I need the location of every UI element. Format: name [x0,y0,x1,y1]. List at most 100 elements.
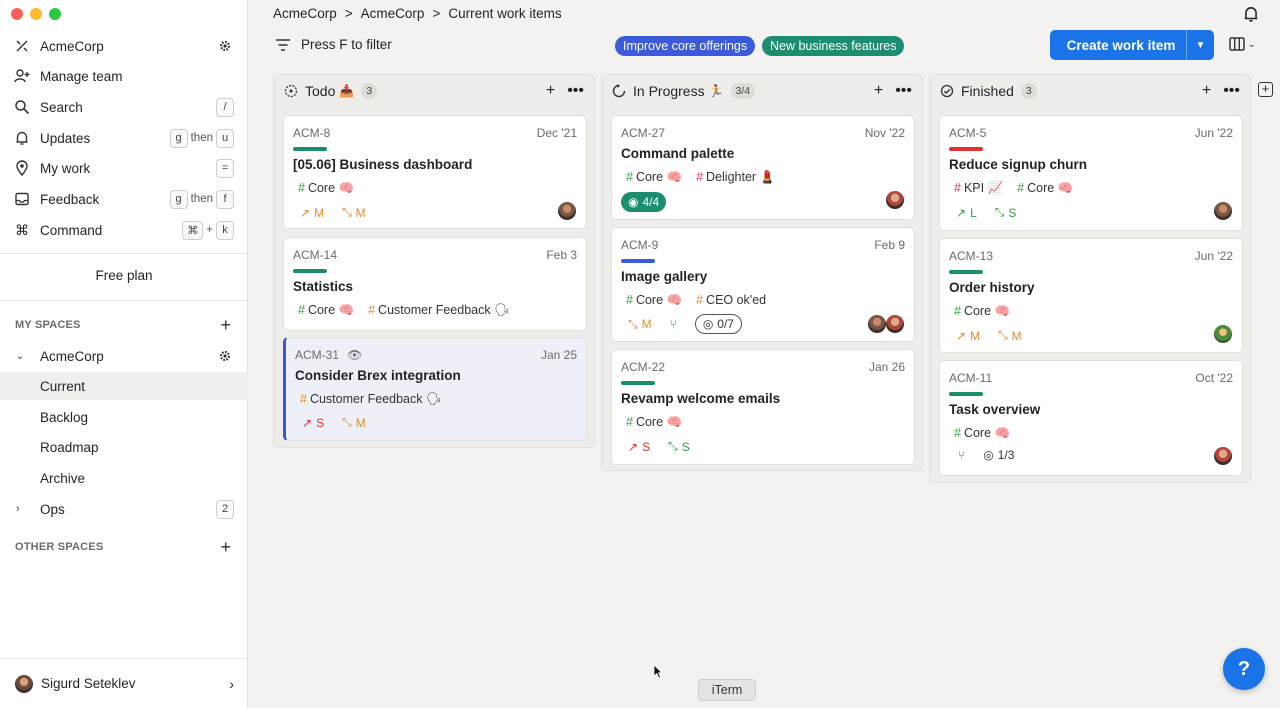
tag-label: Core 🧠 [635,170,683,184]
add-card-button[interactable]: + [874,82,883,100]
effort-indicator[interactable]: ⤡ M [628,317,652,332]
gear-icon[interactable] [218,39,232,53]
tag[interactable]: # Core 🧠 [298,181,354,196]
sidebar-item-archive[interactable]: Archive [0,464,248,492]
impact-indicator[interactable]: ↗ M [300,206,324,220]
sidebar-item-manage-team[interactable]: Manage team [0,62,248,90]
checklist-progress[interactable]: ◉ 4/4 [621,192,667,212]
tag[interactable]: # Delighter 💄 [696,170,775,185]
work-item-card-selected[interactable]: ACM-31 👁 Jan 25 Consider Brex integration… [283,337,587,441]
add-column-button[interactable]: + [1258,82,1273,97]
work-item-card[interactable]: ACM-5 Jun '22 Reduce signup churn # KPI 📈… [939,115,1243,231]
add-card-button[interactable]: + [546,82,555,100]
work-item-card[interactable]: ACM-22 Jan 26 Revamp welcome emails # Cor… [611,349,915,465]
sidebar-item-roadmap[interactable]: Roadmap [0,433,248,461]
tag[interactable]: # Customer Feedback 🗣 [300,392,442,407]
tag[interactable]: # Core 🧠 [954,304,1010,319]
minimize-window-button[interactable] [30,8,42,20]
workspace-switcher[interactable]: AcmeCorp [0,32,248,60]
chevron-down-icon[interactable]: ⌄ [16,351,30,362]
more-options-icon[interactable]: ••• [895,82,912,100]
sidebar-item-my-work[interactable]: My work = [0,154,248,182]
tag[interactable]: # Core 🧠 [298,303,354,318]
work-item-card[interactable]: ACM-27 Nov '22 Command palette # Core 🧠 #… [611,115,915,220]
sidebar-item-command[interactable]: ⌘ Command ⌘ + k [0,216,248,244]
mouse-cursor-icon [653,664,663,679]
impact-indicator[interactable]: ↗ S [302,416,324,430]
effort-indicator[interactable]: ⤡ S [995,205,1017,220]
tag[interactable]: # KPI 📈 [954,181,1003,196]
sidebar-item-search[interactable]: Search / [0,93,248,121]
pull-request-icon[interactable]: ⑂ [670,317,677,331]
create-work-item-button[interactable]: Create work item ▼ [1050,30,1214,60]
add-other-space-button[interactable]: + [220,538,231,556]
goal-pill-new-business[interactable]: New business features [762,36,905,56]
checklist-progress[interactable]: ◎ 0/7 [694,314,742,334]
tag-label: Core 🧠 [1027,181,1074,195]
sidebar-item-feedback[interactable]: Feedback g then f [0,185,248,213]
sidebar-item-backlog[interactable]: Backlog [0,403,248,431]
assignee-avatar[interactable] [886,191,904,209]
checklist-progress[interactable]: ◎ 1/3 [983,448,1014,462]
gear-icon[interactable] [218,349,232,363]
columns-view-icon [1229,37,1245,51]
free-plan-link[interactable]: Free plan [0,268,248,283]
work-item-card[interactable]: ACM-9 Feb 9 Image gallery # Core 🧠 # CEO o… [611,227,915,342]
tag[interactable]: # CEO ok'ed [696,293,766,308]
effort-indicator[interactable]: ⤡ S [668,439,690,454]
effort-indicator[interactable]: ⤡ M [998,328,1022,343]
chevron-down-icon[interactable]: ▼ [1186,30,1214,60]
more-options-icon[interactable]: ••• [1223,82,1240,100]
work-item-card[interactable]: ACM-13 Jun '22 Order history # Core 🧠 ↗ M … [939,238,1243,353]
work-item-card[interactable]: ACM-14 Feb 3 Statistics # Core 🧠 # Custome… [283,237,587,331]
tag[interactable]: # Core 🧠 [954,426,1010,441]
work-item-card[interactable]: ACM-11 Oct '22 Task overview # Core 🧠 ⑂ ◎… [939,360,1243,476]
impact-indicator[interactable]: ↗ M [956,329,980,343]
in-progress-status-icon [612,84,626,98]
assignee-avatar[interactable] [1214,202,1232,220]
impact-indicator[interactable]: ↗ L [956,206,977,220]
help-button[interactable]: ? [1223,648,1265,690]
assignee-avatar[interactable] [886,315,904,333]
breadcrumb-item[interactable]: AcmeCorp [361,6,425,21]
add-card-button[interactable]: + [1202,82,1211,100]
ops-count-badge: 2 [216,499,234,519]
chevron-right-icon[interactable]: › [16,503,30,515]
tag[interactable]: # Customer Feedback 🗣 [368,303,510,318]
maximize-window-button[interactable] [49,8,61,20]
card-id: ACM-14 [293,248,338,262]
column-emoji: 🏃 [708,84,724,98]
shortcut-then: then [190,193,213,205]
tag[interactable]: # Core 🧠 [1017,181,1073,196]
card-id: ACM-31 👁 [295,348,362,362]
breadcrumb-item[interactable]: AcmeCorp [273,6,337,21]
work-item-card[interactable]: ACM-8 Dec '21 [05.06] Business dashboard… [283,115,587,229]
tag[interactable]: # Core 🧠 [626,293,682,308]
add-space-button[interactable]: + [220,316,231,334]
card-tags: # Core 🧠 [298,181,354,196]
assignee-avatar[interactable] [558,202,576,220]
assignee-avatar[interactable] [1214,325,1232,343]
tag[interactable]: # Core 🧠 [626,415,682,430]
card-tags: # KPI 📈 # Core 🧠 [954,181,1073,196]
effort-indicator[interactable]: ⤡ M [342,415,366,430]
tag[interactable]: # Core 🧠 [626,170,682,185]
user-menu[interactable]: Sigurd Seteklev › [0,658,248,708]
sidebar-item-updates[interactable]: Updates g then u [0,124,248,152]
effort-indicator[interactable]: ⤡ M [342,205,366,220]
space-ops[interactable]: › Ops 2 [0,495,248,523]
view-switcher-button[interactable]: ⌄ [1229,37,1256,51]
more-options-icon[interactable]: ••• [567,82,584,100]
impact-indicator[interactable]: ↗ S [628,440,650,454]
pull-request-icon[interactable]: ⑂ [958,448,965,462]
space-acmecorp[interactable]: ⌄ AcmeCorp [0,342,248,370]
goal-pill-improve-core[interactable]: Improve core offerings [615,36,756,56]
assignee-avatar[interactable] [1214,447,1232,465]
assignee-avatar[interactable] [868,315,886,333]
sidebar-item-current[interactable]: Current [0,372,248,400]
close-window-button[interactable] [11,8,23,20]
card-date: Jan 26 [868,360,905,374]
notifications-bell-icon[interactable] [1242,5,1260,23]
filter-button[interactable]: Press F to filter [275,37,392,52]
sidebar-item-label: My work [40,160,91,176]
